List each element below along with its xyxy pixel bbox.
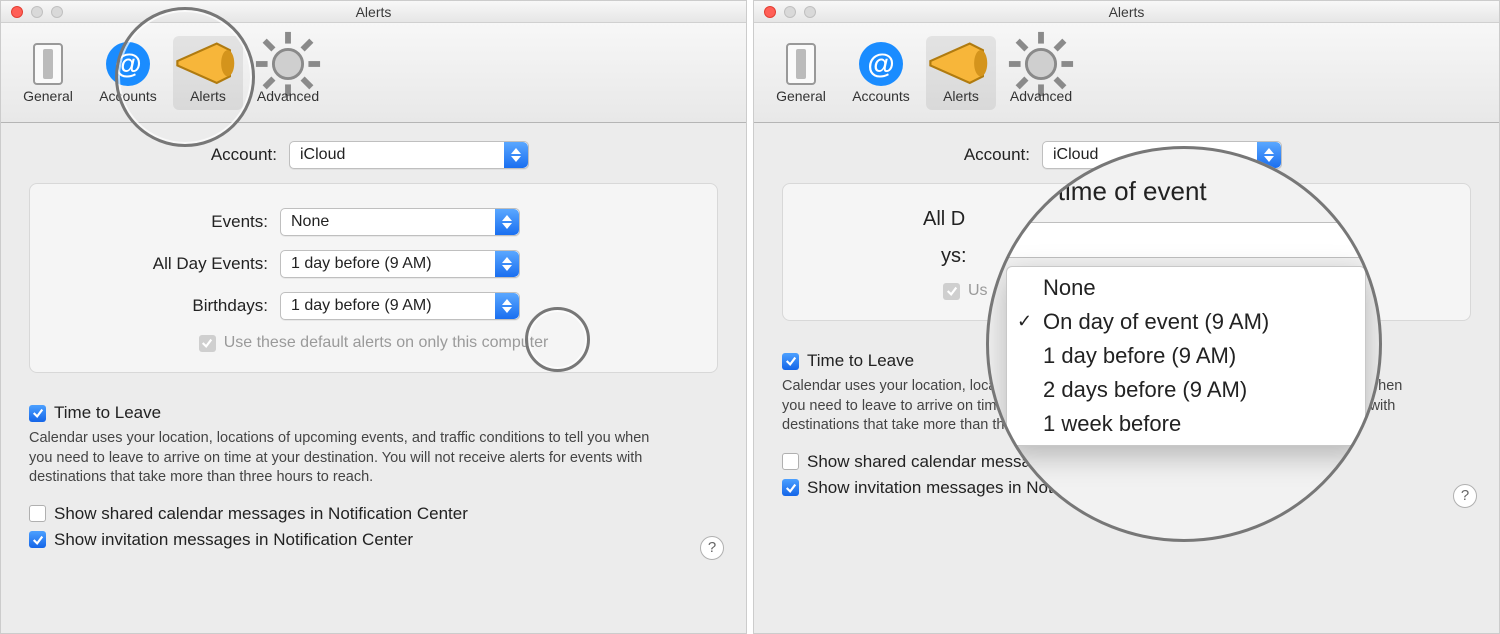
show-invite-checkbox[interactable] xyxy=(782,479,799,496)
chevron-updown-icon xyxy=(495,209,519,235)
time-to-leave-description: Calendar uses your location, locations o… xyxy=(29,429,669,488)
dropdown-item[interactable]: None xyxy=(1007,271,1365,305)
megaphone-icon xyxy=(926,40,996,88)
chevron-updown-icon xyxy=(504,142,528,168)
help-button[interactable]: ? xyxy=(700,536,724,560)
time-to-leave-checkbox[interactable] xyxy=(29,405,46,422)
tab-alerts[interactable]: Alerts xyxy=(173,36,243,110)
account-label: Account: xyxy=(782,145,1042,165)
events-select[interactable]: None xyxy=(280,208,520,236)
gear-icon xyxy=(253,40,323,88)
dropdown-header: At time of event xyxy=(1026,176,1207,207)
account-label: Account: xyxy=(29,145,289,165)
time-to-leave-checkbox[interactable] xyxy=(782,353,799,370)
alert-time-dropdown[interactable]: None ✓On day of event (9 AM) 1 day befor… xyxy=(1006,266,1366,446)
account-select[interactable]: iCloud xyxy=(289,141,529,169)
dropdown-item[interactable]: ✓On day of event (9 AM) xyxy=(1007,305,1365,339)
all-day-events-label: All Day Events: xyxy=(50,254,280,274)
window-title: Alerts xyxy=(754,4,1499,20)
tab-general[interactable]: General xyxy=(766,36,836,110)
dropdown-item[interactable]: 1 day before (9 AM) xyxy=(1007,339,1365,373)
help-button[interactable]: ? xyxy=(1453,484,1477,508)
preferences-window-right: Alerts General @ Accounts Alerts Advance… xyxy=(753,0,1500,634)
tab-general[interactable]: General xyxy=(13,36,83,110)
at-icon: @ xyxy=(859,42,903,86)
birthdays-label: Birthdays: xyxy=(50,296,280,316)
titlebar: Alerts xyxy=(1,1,746,23)
birthdays-select[interactable]: 1 day before (9 AM) xyxy=(280,292,520,320)
tab-accounts[interactable]: @ Accounts xyxy=(846,36,916,110)
at-icon: @ xyxy=(106,42,150,86)
chevron-updown-icon xyxy=(495,251,519,277)
preferences-toolbar: General @ Accounts Alerts Advanced xyxy=(754,23,1499,123)
tab-advanced[interactable]: Advanced xyxy=(253,36,323,110)
tab-advanced[interactable]: Advanced xyxy=(1006,36,1076,110)
switch-icon xyxy=(33,43,63,85)
tab-accounts[interactable]: @ Accounts xyxy=(93,36,163,110)
use-defaults-checkbox[interactable] xyxy=(199,335,216,352)
checkmark-icon: ✓ xyxy=(1017,311,1032,332)
bottom-options: Time to Leave Calendar uses your locatio… xyxy=(1,385,746,568)
use-defaults-checkbox[interactable] xyxy=(943,283,960,300)
megaphone-icon xyxy=(173,40,243,88)
show-shared-checkbox[interactable] xyxy=(782,453,799,470)
tab-alerts[interactable]: Alerts xyxy=(926,36,996,110)
switch-icon xyxy=(786,43,816,85)
all-day-events-select[interactable]: 1 day before (9 AM) xyxy=(280,250,520,278)
zoom-overlay: At time of event None ✓On day of event (… xyxy=(986,146,1382,542)
dropdown-item[interactable]: 1 week before xyxy=(1007,407,1365,441)
use-defaults-row: Use these default alerts on only this co… xyxy=(50,334,697,352)
events-label: Events: xyxy=(50,212,280,232)
show-invite-checkbox[interactable] xyxy=(29,531,46,548)
time-to-leave-label: Time to Leave xyxy=(54,403,161,423)
show-invite-label: Show invitation messages in Notification… xyxy=(54,530,413,550)
chevron-updown-icon xyxy=(495,293,519,319)
content-area: Account: iCloud Events: None xyxy=(1,123,746,385)
all-day-events-label-partial: All D xyxy=(923,208,965,231)
gear-icon xyxy=(1006,40,1076,88)
dropdown-item[interactable]: 2 days before (9 AM) xyxy=(1007,373,1365,407)
titlebar: Alerts xyxy=(754,1,1499,23)
show-shared-label: Show shared calendar messages in Notific… xyxy=(54,504,468,524)
default-alerts-box: Events: None All Day Events: 1 day befor… xyxy=(29,183,718,373)
show-shared-checkbox[interactable] xyxy=(29,505,46,522)
time-to-leave-label: Time to Leave xyxy=(807,351,914,371)
birthdays-label-partial: ys: xyxy=(941,245,967,268)
window-title: Alerts xyxy=(1,4,746,20)
preferences-window-left: Alerts General @ Accounts Alerts Advance… xyxy=(0,0,747,634)
preferences-toolbar: General @ Accounts Alerts Advanced xyxy=(1,23,746,123)
